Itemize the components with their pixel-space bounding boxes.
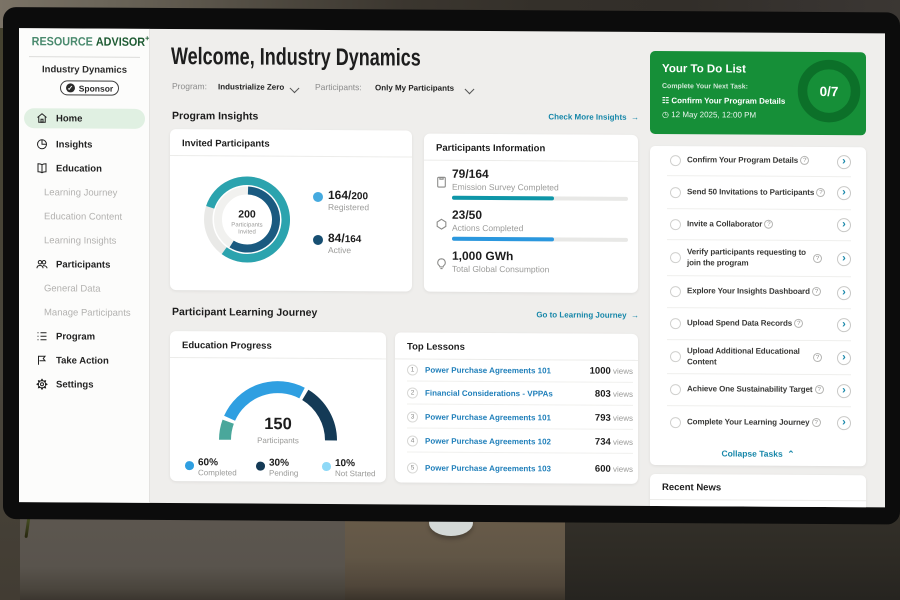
svg-text:Participants: Participants	[257, 436, 299, 445]
svg-text:0/7: 0/7	[820, 84, 839, 99]
svg-text:Participants: Participants	[231, 222, 262, 228]
svg-text:150: 150	[264, 415, 292, 433]
svg-text:Invited: Invited	[238, 229, 256, 235]
svg-text:200: 200	[238, 208, 256, 220]
